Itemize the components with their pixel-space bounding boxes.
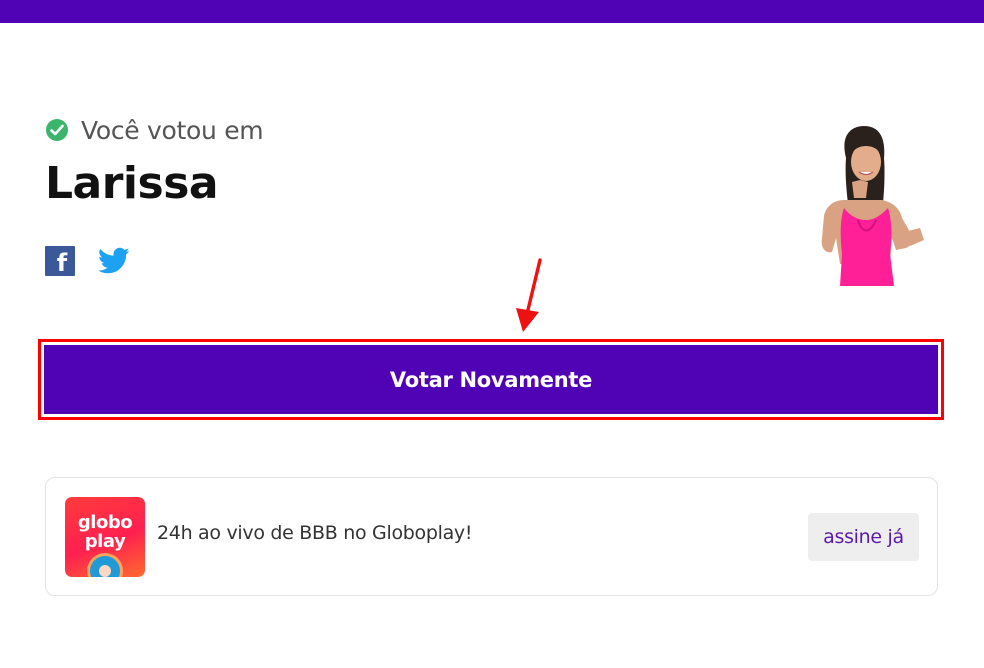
logo-word-top: globo bbox=[77, 512, 133, 533]
candidate-photo bbox=[800, 124, 938, 286]
share-buttons: f bbox=[45, 246, 130, 276]
pointer-arrow-annotation bbox=[516, 258, 542, 332]
promo-text: 24h ao vivo de BBB no Globoplay! bbox=[157, 522, 473, 544]
vote-again-button[interactable]: Votar Novamente bbox=[44, 345, 938, 414]
globoplay-logo: globo play bbox=[65, 497, 145, 577]
candidate-name: Larissa bbox=[45, 158, 219, 209]
check-circle-icon bbox=[46, 119, 68, 141]
logo-word-bottom: play bbox=[84, 531, 126, 552]
subscribe-button[interactable]: assine já bbox=[808, 513, 919, 561]
globoplay-promo-card: globo play 24h ao vivo de BBB no Globopl… bbox=[45, 477, 938, 596]
twitter-icon[interactable] bbox=[98, 247, 130, 275]
bbb-eye-icon bbox=[87, 553, 123, 577]
top-bar bbox=[0, 0, 984, 23]
voted-label: Você votou em bbox=[81, 115, 264, 145]
vote-confirmation: Você votou em bbox=[46, 114, 264, 146]
facebook-icon[interactable]: f bbox=[45, 246, 75, 276]
